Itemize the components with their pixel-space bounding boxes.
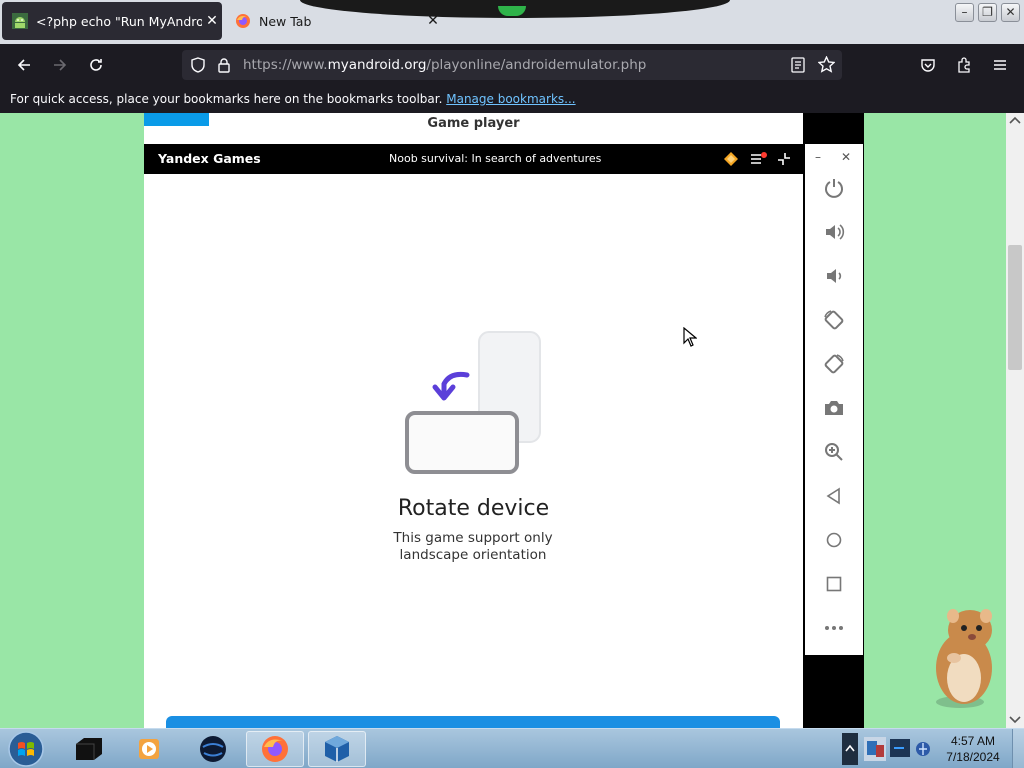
collapse-icon[interactable] — [776, 151, 792, 167]
reader-view-icon[interactable] — [791, 57, 805, 73]
extensions-button[interactable] — [949, 44, 979, 86]
show-desktop-button[interactable] — [1012, 729, 1024, 768]
yandex-games-header: Yandex Games Noob survival: In search of… — [144, 144, 803, 174]
menu-button[interactable] — [985, 44, 1015, 86]
shield-icon[interactable] — [190, 57, 206, 73]
taskbar-app-firefox[interactable] — [246, 731, 304, 767]
manage-bookmarks-link[interactable]: Manage bookmarks... — [446, 92, 575, 106]
close-window-button[interactable]: ✕ — [1001, 3, 1020, 22]
panel-close-button[interactable]: ✕ — [841, 150, 851, 164]
taskbar: 4:57 AM 7/18/2024 — [0, 728, 1024, 768]
rotate-right-button[interactable] — [820, 350, 848, 378]
emulator-side-panel: – ✕ — [805, 144, 863, 655]
tab-title: <?php echo "Run MyAndroid"; — [36, 13, 202, 29]
close-tab-icon[interactable]: ✕ — [202, 13, 222, 29]
camera-icon — [825, 401, 843, 415]
scroll-down-icon[interactable] — [1009, 716, 1021, 724]
home-nav-button[interactable] — [820, 526, 848, 554]
taskbar-app-terminal[interactable] — [60, 731, 118, 767]
forward-arrow-icon — [54, 59, 67, 71]
taskbar-app-virtualbox[interactable] — [308, 731, 366, 767]
rotate-device-description: This game support only landscape orienta… — [393, 530, 553, 563]
url-domain: myandroid.org — [327, 57, 427, 73]
bookmarks-hint: For quick access, place your bookmarks h… — [10, 92, 443, 106]
url-path: /playonline/androidemulator.php — [426, 57, 647, 73]
puzzle-icon — [958, 57, 970, 73]
screenshot-button[interactable] — [820, 394, 848, 422]
tray-app-icon[interactable] — [862, 735, 888, 763]
restore-window-button[interactable]: ❐ — [978, 3, 997, 22]
hamburger-menu-icon — [994, 60, 1006, 70]
power-icon — [825, 179, 843, 198]
more-options-button[interactable] — [820, 614, 848, 642]
firefox-favicon-icon — [236, 14, 250, 28]
android-favicon-icon — [12, 13, 28, 29]
volume-down-button[interactable] — [820, 262, 848, 290]
address-bar[interactable]: https://www.myandroid.org/playonline/and… — [182, 50, 842, 80]
taskbar-app-media-player[interactable] — [120, 731, 178, 767]
bookmark-star-icon[interactable] — [818, 56, 835, 73]
tray-monitor-icon[interactable] — [888, 735, 912, 763]
network-tray-icon[interactable] — [914, 739, 932, 759]
zoom-button[interactable] — [820, 438, 848, 466]
hamster-mascot-icon — [936, 609, 992, 708]
rotate-device-title: Rotate device — [397, 496, 550, 521]
minimize-window-button[interactable]: – — [955, 3, 974, 22]
yandex-brand[interactable]: Yandex Games — [158, 151, 261, 166]
page-title: Game player — [427, 116, 520, 131]
rotate-device-illustration — [405, 331, 541, 474]
back-nav-button[interactable] — [820, 482, 848, 510]
diamond-icon[interactable] — [723, 151, 739, 167]
volume-up-icon — [826, 224, 845, 240]
back-arrow-icon — [17, 59, 30, 71]
mouse-cursor-icon — [683, 327, 697, 347]
overview-nav-button[interactable] — [820, 570, 848, 598]
bookmarks-toolbar: For quick access, place your bookmarks h… — [0, 86, 1024, 113]
pocket-icon — [921, 59, 935, 72]
back-icon — [826, 487, 840, 505]
zoom-icon — [825, 443, 843, 461]
virtualbox-icon — [325, 736, 349, 762]
clock-date: 7/18/2024 — [946, 750, 1000, 764]
lock-icon[interactable] — [217, 57, 231, 73]
url-prefix: https://www. — [243, 57, 328, 73]
rotate-right-icon — [824, 354, 844, 374]
volume-up-button[interactable] — [820, 218, 848, 246]
game-title: Noob survival: In search of adventures — [389, 152, 602, 165]
panel-minimize-button[interactable]: – — [815, 150, 821, 164]
forward-button[interactable] — [45, 44, 75, 86]
back-button[interactable] — [9, 44, 39, 86]
overview-icon — [826, 576, 842, 592]
scrollbar-thumb[interactable] — [1008, 245, 1022, 370]
black-box-icon — [76, 738, 102, 760]
url-text: https://www.myandroid.org/playonline/and… — [243, 57, 646, 73]
rotate-left-button[interactable] — [820, 306, 848, 334]
bottom-banner — [166, 716, 780, 728]
start-button[interactable] — [0, 731, 52, 767]
scroll-up-icon[interactable] — [1009, 116, 1021, 124]
rotate-left-icon — [824, 310, 844, 330]
tab-myandroid[interactable]: <?php echo "Run MyAndroid"; ✕ — [2, 2, 222, 40]
show-hidden-icons-icon[interactable] — [842, 733, 858, 765]
taskbar-app-globe[interactable] — [184, 731, 242, 767]
tab-strip: <?php echo "Run MyAndroid"; ✕ New Tab ✕ … — [0, 0, 1024, 44]
windows-start-icon — [8, 731, 44, 767]
menu-notification-icon[interactable] — [750, 151, 768, 167]
reload-icon — [90, 59, 102, 71]
media-player-icon — [139, 739, 159, 759]
volume-down-icon — [827, 269, 842, 283]
reload-button[interactable] — [81, 44, 111, 86]
navigation-toolbar: https://www.myandroid.org/playonline/and… — [0, 44, 1024, 86]
more-icon — [825, 626, 843, 630]
power-button[interactable] — [820, 174, 848, 202]
firefox-icon — [262, 736, 288, 762]
pocket-button[interactable] — [913, 44, 943, 86]
system-clock[interactable]: 4:57 AM 7/18/2024 — [936, 733, 1010, 765]
globe-icon — [200, 736, 226, 762]
clock-time: 4:57 AM — [950, 734, 996, 748]
home-icon — [826, 532, 842, 548]
